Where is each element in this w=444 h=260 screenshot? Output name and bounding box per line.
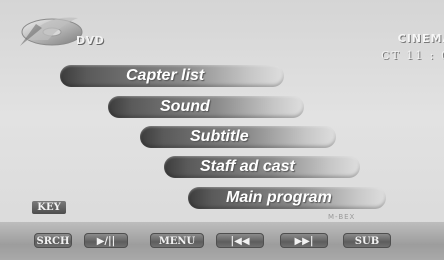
menu-item-label: Main program: [226, 189, 332, 206]
next-chapter-button[interactable]: ▶▶|: [280, 233, 328, 248]
menu-item-label: Sound: [160, 98, 210, 115]
menu-item-staff-cast[interactable]: Staff ad cast: [164, 156, 360, 178]
search-button[interactable]: SRCH: [34, 233, 72, 248]
brand-label: M-BEX: [328, 213, 356, 221]
dvd-menu-screen: DVD CINEMA CT 11 : 0 Capter list Sound S…: [0, 0, 444, 260]
menu-item-chapter-list[interactable]: Capter list: [60, 65, 284, 87]
menu-item-label: Staff ad cast: [200, 158, 295, 175]
menu-item-subtitle[interactable]: Subtitle: [140, 126, 336, 148]
menu-item-sound[interactable]: Sound: [108, 96, 304, 118]
previous-chapter-button[interactable]: |◀◀: [216, 233, 264, 248]
time-readout: CT 11 : 0: [381, 49, 444, 62]
mode-label: CINEMA: [397, 32, 444, 45]
logo-text: DVD: [76, 34, 105, 47]
key-label: KEY: [32, 201, 66, 214]
control-bar: SRCH ▶/|| MENU |◀◀ ▶▶| SUB: [0, 222, 444, 260]
subtitle-button[interactable]: SUB: [343, 233, 391, 248]
dvd-logo: DVD: [14, 10, 104, 50]
menu-item-label: Subtitle: [190, 128, 249, 145]
play-pause-button[interactable]: ▶/||: [84, 233, 128, 248]
menu-item-label: Capter list: [126, 67, 205, 84]
menu-item-main-program[interactable]: Main program: [188, 187, 386, 209]
menu-button[interactable]: MENU: [150, 233, 204, 248]
